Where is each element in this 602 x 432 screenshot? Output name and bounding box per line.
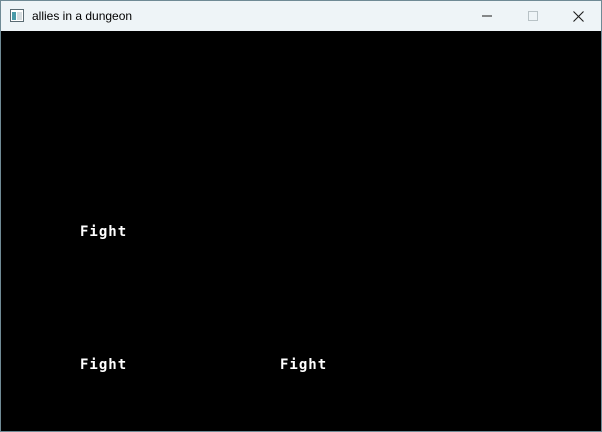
fight-option-3[interactable]: Fight: [280, 357, 327, 373]
close-icon: [572, 10, 584, 22]
fight-option-2[interactable]: Fight: [80, 357, 127, 373]
game-canvas[interactable]: Fight Fight Fight: [1, 31, 601, 431]
title-bar[interactable]: allies in a dungeon: [1, 1, 601, 31]
window-title: allies in a dungeon: [32, 9, 133, 23]
app-window-icon: [10, 9, 24, 22]
maximize-icon: [528, 11, 538, 21]
minimize-button[interactable]: [464, 1, 510, 31]
minimize-icon: [482, 15, 492, 17]
close-button[interactable]: [555, 1, 601, 31]
fight-option-1[interactable]: Fight: [80, 224, 127, 240]
game-window: allies in a dungeon Fight Fight Fight: [0, 0, 602, 432]
maximize-button[interactable]: [510, 1, 556, 31]
